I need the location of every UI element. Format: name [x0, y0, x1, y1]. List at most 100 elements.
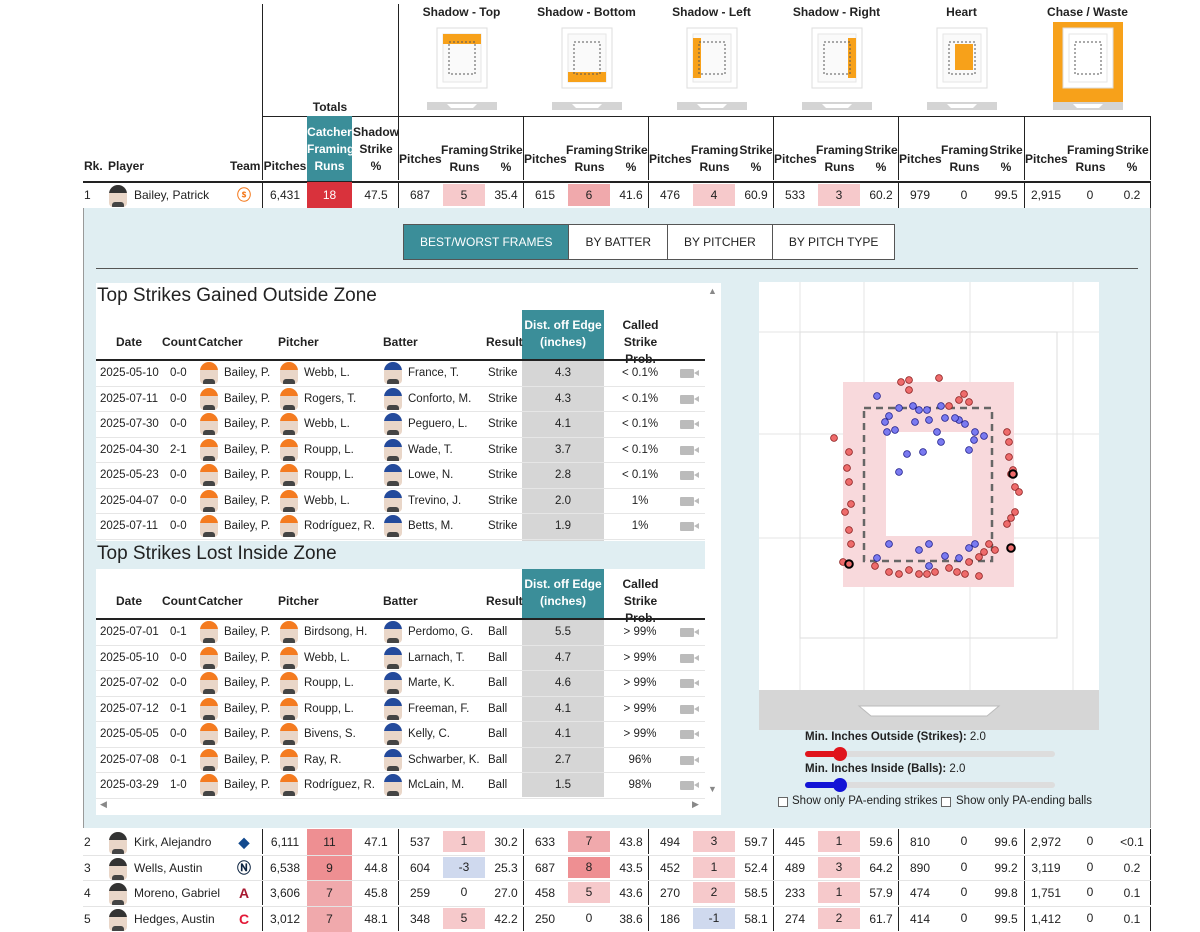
row-result: Ball [488, 626, 508, 638]
strike-pitch-dot [911, 418, 919, 426]
strike-pitch-dot [965, 446, 973, 454]
column-header-dist-off-edge[interactable]: Dist. off Edge (inches) [522, 310, 604, 359]
zone-strike-pct: 0.2 [1123, 860, 1141, 875]
gained-table: Dist. off Edge (inches) Date Count Catcher P… [96, 310, 705, 542]
strike-pitch-dot [941, 552, 949, 560]
row-result: Strike [488, 418, 518, 430]
column-header: Strike % [739, 143, 773, 174]
ball-pitch-dot [847, 540, 855, 548]
row-prob: < 0.1% [621, 418, 659, 430]
table-row[interactable]: 2025-05-10 0-0 Bailey, P. Webb, L. France, T… [96, 361, 705, 387]
player-name[interactable]: Wells, Austin [134, 855, 202, 881]
video-camera-icon[interactable] [680, 522, 699, 531]
video-camera-icon[interactable] [680, 420, 699, 429]
video-camera-icon[interactable] [680, 730, 699, 739]
column-header-catcher-framing-runs[interactable]: Catcher Framing Runs [307, 116, 354, 181]
row-pitcher: Rodríguez, R. [304, 520, 375, 532]
zone-strike-pct: 27.0 [494, 886, 518, 900]
strike-pitch-dot [980, 432, 988, 440]
video-camera-icon[interactable] [680, 496, 699, 506]
zone-framing-runs: 7 [568, 831, 610, 852]
tab-best-worst-frames[interactable]: BEST/WORST FRAMES [404, 225, 570, 259]
ball-pitch-dot [841, 508, 849, 516]
column-header-dist-off-edge[interactable]: Dist. off Edge (inches) [522, 569, 604, 618]
inside-slider-handle[interactable] [833, 778, 847, 792]
video-camera-icon[interactable] [680, 369, 699, 378]
row-date: 2025-04-07 [100, 494, 159, 507]
video-camera-icon[interactable] [680, 755, 699, 765]
zone-strike-pct: 99.5 [994, 188, 1018, 202]
video-camera-icon[interactable] [680, 628, 699, 637]
video-camera-icon[interactable] [680, 781, 699, 790]
table-row[interactable]: 2025-07-30 0-0 Bailey, P. Webb, L. Peguero, … [96, 412, 705, 438]
row-divider [1150, 854, 1151, 880]
video-camera-icon[interactable] [680, 653, 699, 663]
table-row[interactable]: 2025-04-07 0-0 Bailey, P. Webb, L. Trevino, … [96, 489, 705, 514]
scroll-down-arrow[interactable]: ▼ [708, 784, 717, 794]
tab-by-pitcher[interactable]: BY PITCHER [668, 225, 773, 259]
table-row[interactable]: 2025-07-02 0-0 Bailey, P. Roupp, L. Marte, K… [96, 671, 705, 697]
table-row[interactable]: 2025-07-11 0-0 Bailey, P. Rogers, T. Confort… [96, 387, 705, 412]
video-camera-icon[interactable] [680, 471, 699, 480]
video-camera-icon[interactable] [680, 445, 699, 455]
column-header: Pitches [1025, 152, 1068, 166]
batter-headshot [384, 646, 402, 669]
table-row[interactable]: 2025-07-01 0-1 Bailey, P. Birdsong, H. Perdo… [96, 620, 705, 646]
outside-slider-handle[interactable] [833, 747, 847, 761]
zone-strike-pct: 99.8 [994, 886, 1018, 900]
zone-pitches: 533 [784, 188, 806, 202]
column-header-shadow-strike: Shadow Strike % [353, 125, 400, 173]
ball-pitch-dot [931, 568, 939, 576]
table-row[interactable]: 2025-04-30 2-1 Bailey, P. Roupp, L. Wade, T.… [96, 438, 705, 463]
table-row[interactable]: 2025-05-23 0-0 Bailey, P. Roupp, L. Lowe, N.… [96, 463, 705, 489]
heart-zone [886, 432, 972, 536]
zone-strike-pct: 0.1 [1123, 886, 1141, 900]
scroll-up-arrow[interactable]: ▲ [708, 286, 717, 296]
zone-framing-runs: 1 [443, 831, 485, 852]
zone-pitches: 615 [534, 188, 556, 202]
table-row[interactable]: 2025-07-11 0-0 Bailey, P. Rodríguez, R. Bett… [96, 514, 705, 540]
zone-strike-pct: 60.2 [869, 188, 893, 202]
ball-pitch-dot [845, 478, 853, 486]
row-prob: < 0.1% [621, 392, 659, 405]
player-name[interactable]: Moreno, Gabriel [134, 880, 220, 906]
video-camera-icon[interactable] [680, 394, 699, 404]
player-name[interactable]: Kirk, Alejandro [134, 829, 211, 855]
row-rank: 4 [84, 886, 91, 900]
row-batter: Betts, M. [408, 520, 454, 532]
pitcher-headshot [280, 489, 298, 512]
zone-strike-pct: 59.6 [869, 835, 893, 849]
scroll-left-arrow[interactable]: ◀ [100, 799, 107, 810]
catcher-headshot [200, 723, 218, 745]
row-count: 0-0 [170, 367, 187, 379]
player-name[interactable]: Bailey, Patrick [134, 182, 209, 208]
ball-pitch-dot [955, 396, 963, 404]
pa-ending-strikes-checkbox[interactable] [778, 797, 788, 807]
tab-by-batter[interactable]: BY BATTER [569, 225, 669, 259]
row-count: 0-1 [170, 753, 187, 766]
totals-header: Totals [312, 100, 348, 114]
table-row[interactable]: 2025-03-29 1-0 Bailey, P. Rodríguez, R. McLa… [96, 773, 705, 799]
table-row[interactable]: 2025-07-08 0-1 Bailey, P. Ray, R. Schwarber,… [96, 748, 705, 773]
strike-pitch-dot [873, 392, 881, 400]
ball-pitch-dot [953, 568, 961, 576]
zone-framing-runs: -1 [693, 907, 735, 929]
pa-ending-balls-checkbox[interactable] [941, 797, 951, 807]
row-catcher: Bailey, P. [224, 494, 271, 507]
video-camera-icon[interactable] [680, 679, 699, 688]
scroll-right-arrow[interactable]: ▶ [692, 799, 699, 810]
zone-framing-runs: 0 [960, 834, 968, 848]
table-row[interactable]: 2025-05-05 0-0 Bailey, P. Bivens, S. Kelly, … [96, 722, 705, 748]
tab-by-pitch-type[interactable]: BY PITCH TYPE [773, 225, 895, 259]
table-row[interactable]: 2025-07-12 0-1 Bailey, P. Roupp, L. Freeman,… [96, 697, 705, 722]
zone-framing-runs: 0 [960, 885, 968, 899]
zone-pitches: 604 [409, 860, 431, 875]
row-date: 2025-03-29 [100, 779, 159, 791]
table-row[interactable]: 2025-05-10 0-0 Bailey, P. Webb, L. Larnach, … [96, 646, 705, 671]
video-camera-icon[interactable] [680, 704, 699, 714]
row-prob: > 99% [623, 702, 657, 715]
zone-pitches: 2,972 [1030, 835, 1062, 849]
zone-strike-pct: 43.5 [619, 860, 643, 875]
zone-title: Shadow - Left [672, 5, 751, 19]
zone-strike-pct: 64.2 [869, 860, 893, 875]
